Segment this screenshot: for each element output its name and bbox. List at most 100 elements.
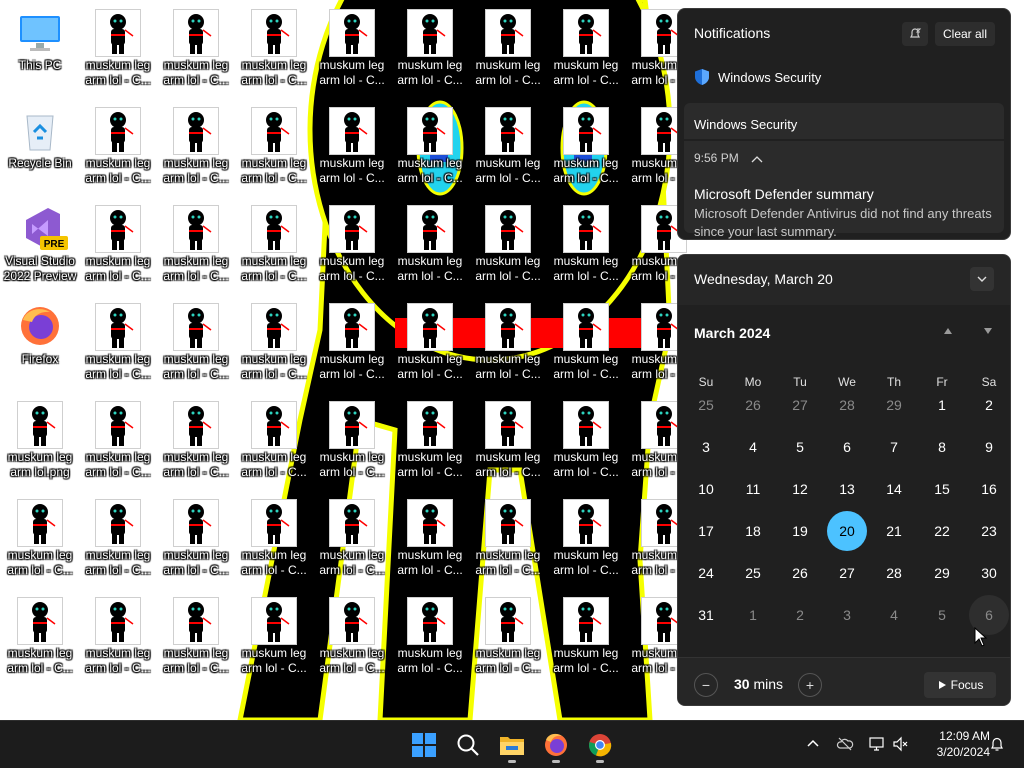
focus-button[interactable]: Focus [924,672,996,698]
firefox-taskbar-button[interactable] [538,727,574,763]
desktop-icon-file[interactable]: muskum leg arm lol - C... [470,204,546,294]
calendar-day[interactable]: 21 [874,511,914,551]
calendar-day[interactable]: 8 [922,427,962,467]
start-button[interactable] [406,727,442,763]
desktop-icon-file[interactable]: muskum leg arm lol - C... [236,106,312,196]
desktop-icon-file[interactable]: muskum leg arm lol - C... [314,498,390,588]
desktop-icon-file[interactable]: muskum leg arm lol - C... [470,596,546,686]
calendar-day[interactable]: 15 [922,469,962,509]
volume-tray-button[interactable] [892,735,910,753]
calendar-day[interactable]: 28 [827,385,867,425]
calendar-day[interactable]: 5 [780,427,820,467]
calendar-day[interactable]: 5 [922,595,962,635]
desktop-icon-file[interactable]: muskum leg arm lol - C... [392,106,468,196]
desktop-icon-file[interactable]: muskum leg arm lol - C... [236,302,312,392]
notification-app-header[interactable]: Windows Security [694,68,821,86]
desktop-icon-file[interactable]: muskum leg arm lol - C... [158,204,234,294]
desktop-icon-file[interactable]: muskum leg arm lol - C... [548,596,624,686]
calendar-day[interactable]: 25 [733,553,773,593]
desktop-icon-file[interactable]: muskum leg arm lol - C... [314,400,390,490]
calendar-day[interactable]: 26 [780,553,820,593]
calendar-day[interactable]: 9 [969,427,1009,467]
desktop-icon-file[interactable]: muskum leg arm lol - C... [314,106,390,196]
show-hidden-icons-button[interactable] [804,735,822,753]
desktop-icon-file[interactable]: muskum leg arm lol - C... [470,106,546,196]
calendar-day[interactable]: 29 [874,385,914,425]
calendar-day[interactable]: 7 [874,427,914,467]
desktop-icon-file[interactable]: muskum leg arm lol - C... [392,400,468,490]
calendar-day[interactable]: 26 [733,385,773,425]
decrease-minutes-button[interactable]: − [694,673,718,697]
calendar-day[interactable]: 25 [686,385,726,425]
desktop-icon-file[interactable]: muskum leg arm lol - C... [314,204,390,294]
desktop-icon-file[interactable]: muskum leg arm lol - C... [548,106,624,196]
desktop-icon-this-pc[interactable]: This PC [2,8,78,98]
calendar-day[interactable]: 19 [780,511,820,551]
desktop-icon-recycle-bin[interactable]: Recycle Bin [2,106,78,196]
desktop-icon-file[interactable]: muskum leg arm lol - C... [392,498,468,588]
desktop-icon-file[interactable]: muskum leg arm lol - C... [470,498,546,588]
calendar-day[interactable]: 22 [922,511,962,551]
calendar-day[interactable]: 3 [827,595,867,635]
desktop-icon-file[interactable]: muskum leg arm lol - C... [158,498,234,588]
calendar-day[interactable]: 2 [969,385,1009,425]
calendar-day[interactable]: 12 [780,469,820,509]
calendar-day[interactable]: 3 [686,427,726,467]
desktop-icon-file[interactable]: muskum leg arm lol - C... [158,400,234,490]
search-button[interactable] [450,727,486,763]
notification-card[interactable]: Windows Security 9:56 PM Microsoft Defen… [684,103,1004,239]
desktop-icon-file[interactable]: muskum leg arm lol - C... [548,204,624,294]
notification-time-row[interactable]: 9:56 PM [694,151,764,165]
calendar-day[interactable]: 1 [733,595,773,635]
desktop-icon-file[interactable]: muskum leg arm lol - C... [80,204,156,294]
do-not-disturb-button[interactable] [902,22,928,46]
desktop-icon-file[interactable]: muskum leg arm lol - C... [80,400,156,490]
desktop-icon-file[interactable]: muskum leg arm lol - C... [236,8,312,98]
calendar-day[interactable]: 14 [874,469,914,509]
desktop-icon-file[interactable]: muskum leg arm lol - C... [314,596,390,686]
desktop-icon-file[interactable]: muskum leg arm lol - C... [158,8,234,98]
desktop-icon-file[interactable]: muskum leg arm lol - C... [470,400,546,490]
calendar-day[interactable]: 4 [874,595,914,635]
desktop-icon-file[interactable]: muskum leg arm lol - C... [470,8,546,98]
desktop-icon-file[interactable]: muskum leg arm lol - C... [392,204,468,294]
calendar-day[interactable]: 29 [922,553,962,593]
desktop-icon-file[interactable]: muskum leg arm lol - C... [236,204,312,294]
calendar-day[interactable]: 1 [922,385,962,425]
notification-center-button[interactable] [988,735,1006,753]
desktop-icon-file[interactable]: muskum leg arm lol - C... [158,596,234,686]
previous-month-button[interactable] [940,325,956,339]
desktop-icon-firefox[interactable]: Firefox [2,302,78,392]
desktop-icon-visual-studio[interactable]: PRE Visual Studio 2022 Preview [2,204,78,294]
calendar-day[interactable]: 16 [969,469,1009,509]
next-month-button[interactable] [980,325,996,339]
calendar-day[interactable]: 6 [827,427,867,467]
desktop-icon-file[interactable]: muskum leg arm lol - C... [548,498,624,588]
calendar-day[interactable]: 27 [780,385,820,425]
calendar-day[interactable]: 28 [874,553,914,593]
desktop-icon-file[interactable]: muskum leg arm lol - C... [80,106,156,196]
taskbar-clock[interactable]: 12:09 AM 3/20/2024 [920,728,990,760]
desktop-icon-file[interactable]: muskum leg arm lol - C... [236,596,312,686]
desktop-icon-file[interactable]: muskum leg arm lol - C... [80,498,156,588]
increase-minutes-button[interactable]: + [798,673,822,697]
calendar-day[interactable]: 27 [827,553,867,593]
desktop-icon-file[interactable]: muskum leg arm lol - C... [158,302,234,392]
calendar-day[interactable]: 20 [827,511,867,551]
onedrive-tray-button[interactable] [836,735,854,753]
calendar-day[interactable]: 10 [686,469,726,509]
calendar-day[interactable]: 31 [686,595,726,635]
calendar-day[interactable]: 4 [733,427,773,467]
desktop-icon-file[interactable]: muskum leg arm lol - C... [314,302,390,392]
calendar-day[interactable]: 18 [733,511,773,551]
desktop-icon-file[interactable]: muskum leg arm lol - C... [392,8,468,98]
clear-all-button[interactable]: Clear all [935,22,995,46]
desktop-icon-file[interactable]: muskum leg arm lol - C... [2,498,78,588]
desktop-icon-file[interactable]: muskum leg arm lol - C... [314,8,390,98]
desktop-icon-file[interactable]: muskum leg arm lol - C... [548,400,624,490]
calendar-day[interactable]: 2 [780,595,820,635]
calendar-day[interactable]: 24 [686,553,726,593]
calendar-day[interactable]: 11 [733,469,773,509]
desktop-icon-file[interactable]: muskum leg arm lol - C... [392,302,468,392]
desktop-icon-file[interactable]: muskum leg arm lol - C... [158,106,234,196]
